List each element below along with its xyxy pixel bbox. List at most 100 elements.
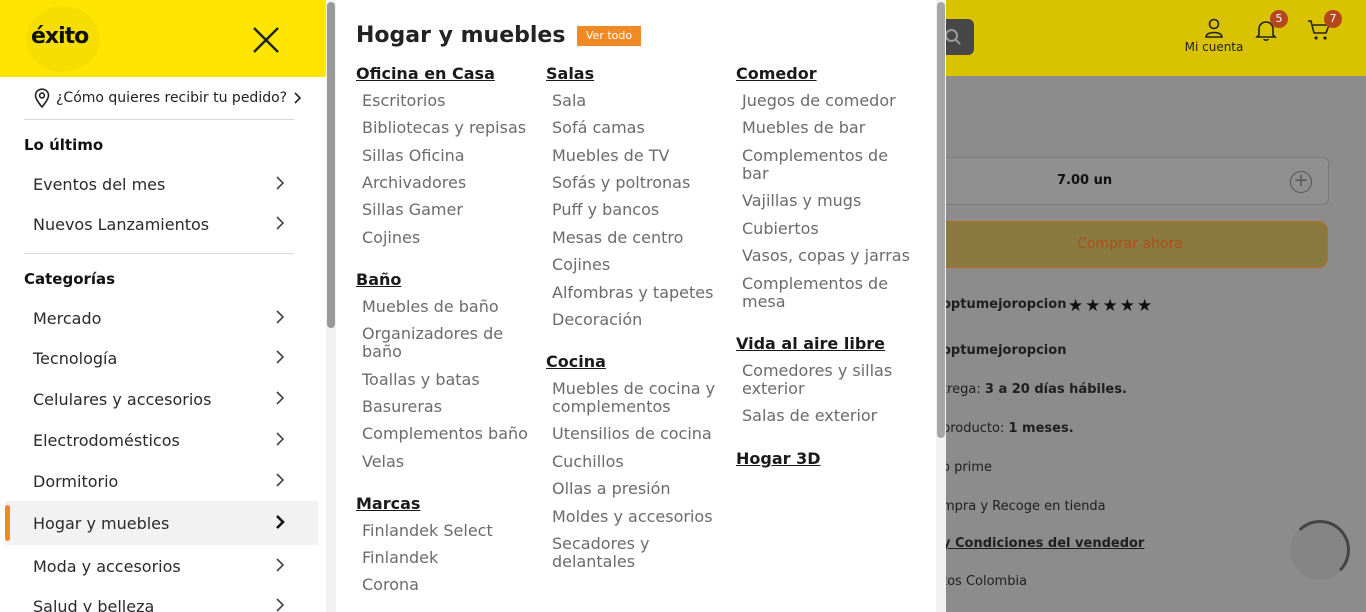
link-cuchillos[interactable]: Cuchillos [552,453,624,471]
buy-now-button[interactable]: Comprar ahora [932,221,1328,268]
seller-name: optumejoropcion [942,343,1067,358]
delivery-prompt: ¿Cómo quieres recibir tu pedido? [56,90,288,106]
link-complementos-bano[interactable]: Complementos baño [362,425,528,443]
search-icon [945,29,961,45]
delivery-selector[interactable]: ¿Cómo quieres recibir tu pedido? [34,88,303,108]
cart-button[interactable]: 7 [1306,10,1342,46]
link-salas-exterior[interactable]: Salas de exterior [742,407,877,425]
category-moda[interactable]: Moda y accesorios [5,544,318,588]
link-toallas-batas[interactable]: Toallas y batas [362,371,480,389]
exito-logo[interactable]: éxito [31,24,89,49]
link-muebles-tv[interactable]: Muebles de TV [552,147,669,165]
drawer-scrollbar-thumb[interactable] [327,2,335,328]
group-cocina[interactable]: Cocina [546,352,606,371]
link-sofa-camas[interactable]: Sofá camas [552,119,645,137]
category-celulares[interactable]: Celulares y accesorios [5,377,318,421]
link-sillas-gamer[interactable]: Sillas Gamer [362,201,463,219]
link-mesas-centro[interactable]: Mesas de centro [552,229,683,247]
link-muebles-bar[interactable]: Muebles de bar [742,119,865,137]
link-secadores[interactable]: Secadores y delantales [552,535,672,571]
link-utensilios[interactable]: Utensilios de cocina [552,425,712,443]
link-escritorios[interactable]: Escritorios [362,92,445,110]
menu-item-label: Eventos del mes [33,174,166,194]
group-salas[interactable]: Salas [546,64,594,83]
category-salud-belleza[interactable]: Salud y belleza [5,584,318,612]
link-moldes[interactable]: Moldes y accesorios [552,508,713,526]
drawer-header: éxito [0,0,326,77]
group-hogar-3d[interactable]: Hogar 3D [736,449,821,468]
close-icon [253,27,279,53]
chevron-right-icon [276,391,285,405]
link-puff-bancos[interactable]: Puff y bancos [552,201,659,219]
see-all-button[interactable]: Ver todo [577,26,641,46]
divider [24,253,294,254]
notifications-button[interactable]: 5 [1254,10,1288,46]
warranty-info: producto: 1 meses. [942,421,1074,436]
menu-item-eventos[interactable]: Eventos del mes [5,162,318,206]
menu-item-label: Tecnología [33,348,118,368]
category-dormitorio[interactable]: Dormitorio [5,459,318,503]
seller-terms-link[interactable]: y Condiciones del vendedor [942,536,1144,551]
help-chat-button[interactable] [1290,520,1350,580]
link-archivadores[interactable]: Archivadores [362,174,466,192]
link-muebles-cocina[interactable]: Muebles de cocina y complementos [552,380,727,416]
menu-item-label: Celulares y accesorios [33,389,212,409]
account-button[interactable]: Mi cuenta [1180,18,1248,54]
group-comedor[interactable]: Comedor [736,64,817,83]
submenu-title: Hogar y muebles [356,23,566,48]
link-complementos-bar[interactable]: Complementos de bar [742,147,907,183]
link-decoracion[interactable]: Decoración [552,311,642,329]
link-organizadores-bano[interactable]: Organizadores de baño [362,325,522,361]
chevron-right-icon [276,558,285,572]
chevron-right-icon [276,350,285,364]
link-cubiertos[interactable]: Cubiertos [742,220,819,238]
submenu-scrollbar-thumb[interactable] [937,2,945,438]
chevron-right-icon [276,310,285,324]
menu-item-label: Hogar y muebles [33,513,170,533]
chevron-right-icon [276,515,285,529]
link-cojines[interactable]: Cojines [362,229,420,247]
chevron-right-icon [294,92,302,104]
category-hogar-muebles[interactable]: Hogar y muebles [5,501,318,545]
group-vida-aire-libre[interactable]: Vida al aire libre [736,334,885,353]
link-vajillas[interactable]: Vajillas y mugs [742,192,861,210]
link-corona[interactable]: Corona [362,576,419,594]
link-basureras[interactable]: Basureras [362,398,442,416]
link-alfombras[interactable]: Alfombras y tapetes [552,284,713,302]
link-sala[interactable]: Sala [552,92,586,110]
group-marcas[interactable]: Marcas [356,494,420,513]
notifications-badge: 5 [1270,10,1288,28]
menu-item-label: Dormitorio [33,471,119,491]
plus-icon[interactable]: + [1290,171,1312,193]
link-sofas-poltronas[interactable]: Sofás y poltronas [552,174,690,192]
quantity-stepper[interactable]: 7.00 un + [932,157,1329,205]
link-cojines-salas[interactable]: Cojines [552,256,610,274]
link-muebles-bano[interactable]: Muebles de baño [362,298,499,316]
chevron-right-icon [276,216,285,230]
close-button[interactable] [250,24,282,56]
link-ollas-presion[interactable]: Ollas a presión [552,480,671,498]
link-velas[interactable]: Velas [362,453,404,471]
link-sillas-oficina[interactable]: Sillas Oficina [362,147,465,165]
prime-info: o prime [942,460,992,475]
category-electrodomesticos[interactable]: Electrodomésticos [5,418,318,462]
category-mercado[interactable]: Mercado [5,296,318,340]
link-bibliotecas[interactable]: Bibliotecas y repisas [362,119,526,137]
menu-item-label: Moda y accesorios [33,556,181,576]
link-comedores-exterior[interactable]: Comedores y sillas exterior [742,362,907,398]
link-finlandek[interactable]: Finlandek [362,549,438,567]
link-complementos-mesa[interactable]: Complementos de mesa [742,275,907,311]
group-bano[interactable]: Baño [356,270,401,289]
menu-item-label: Electrodomésticos [33,430,180,450]
link-vasos[interactable]: Vasos, copas y jarras [742,247,910,265]
category-tecnologia[interactable]: Tecnología [5,336,318,380]
quantity-value: 7.00 un [1057,173,1113,188]
chevron-right-icon [276,176,285,190]
user-icon [1205,18,1223,38]
link-juegos-comedor[interactable]: Juegos de comedor [742,92,896,110]
link-finlandek-select[interactable]: Finlandek Select [362,522,493,540]
group-oficina-en-casa[interactable]: Oficina en Casa [356,64,495,83]
categories-section-title: Categorías [24,270,116,288]
latest-section-title: Lo último [24,136,104,154]
menu-item-lanzamientos[interactable]: Nuevos Lanzamientos [5,202,318,246]
